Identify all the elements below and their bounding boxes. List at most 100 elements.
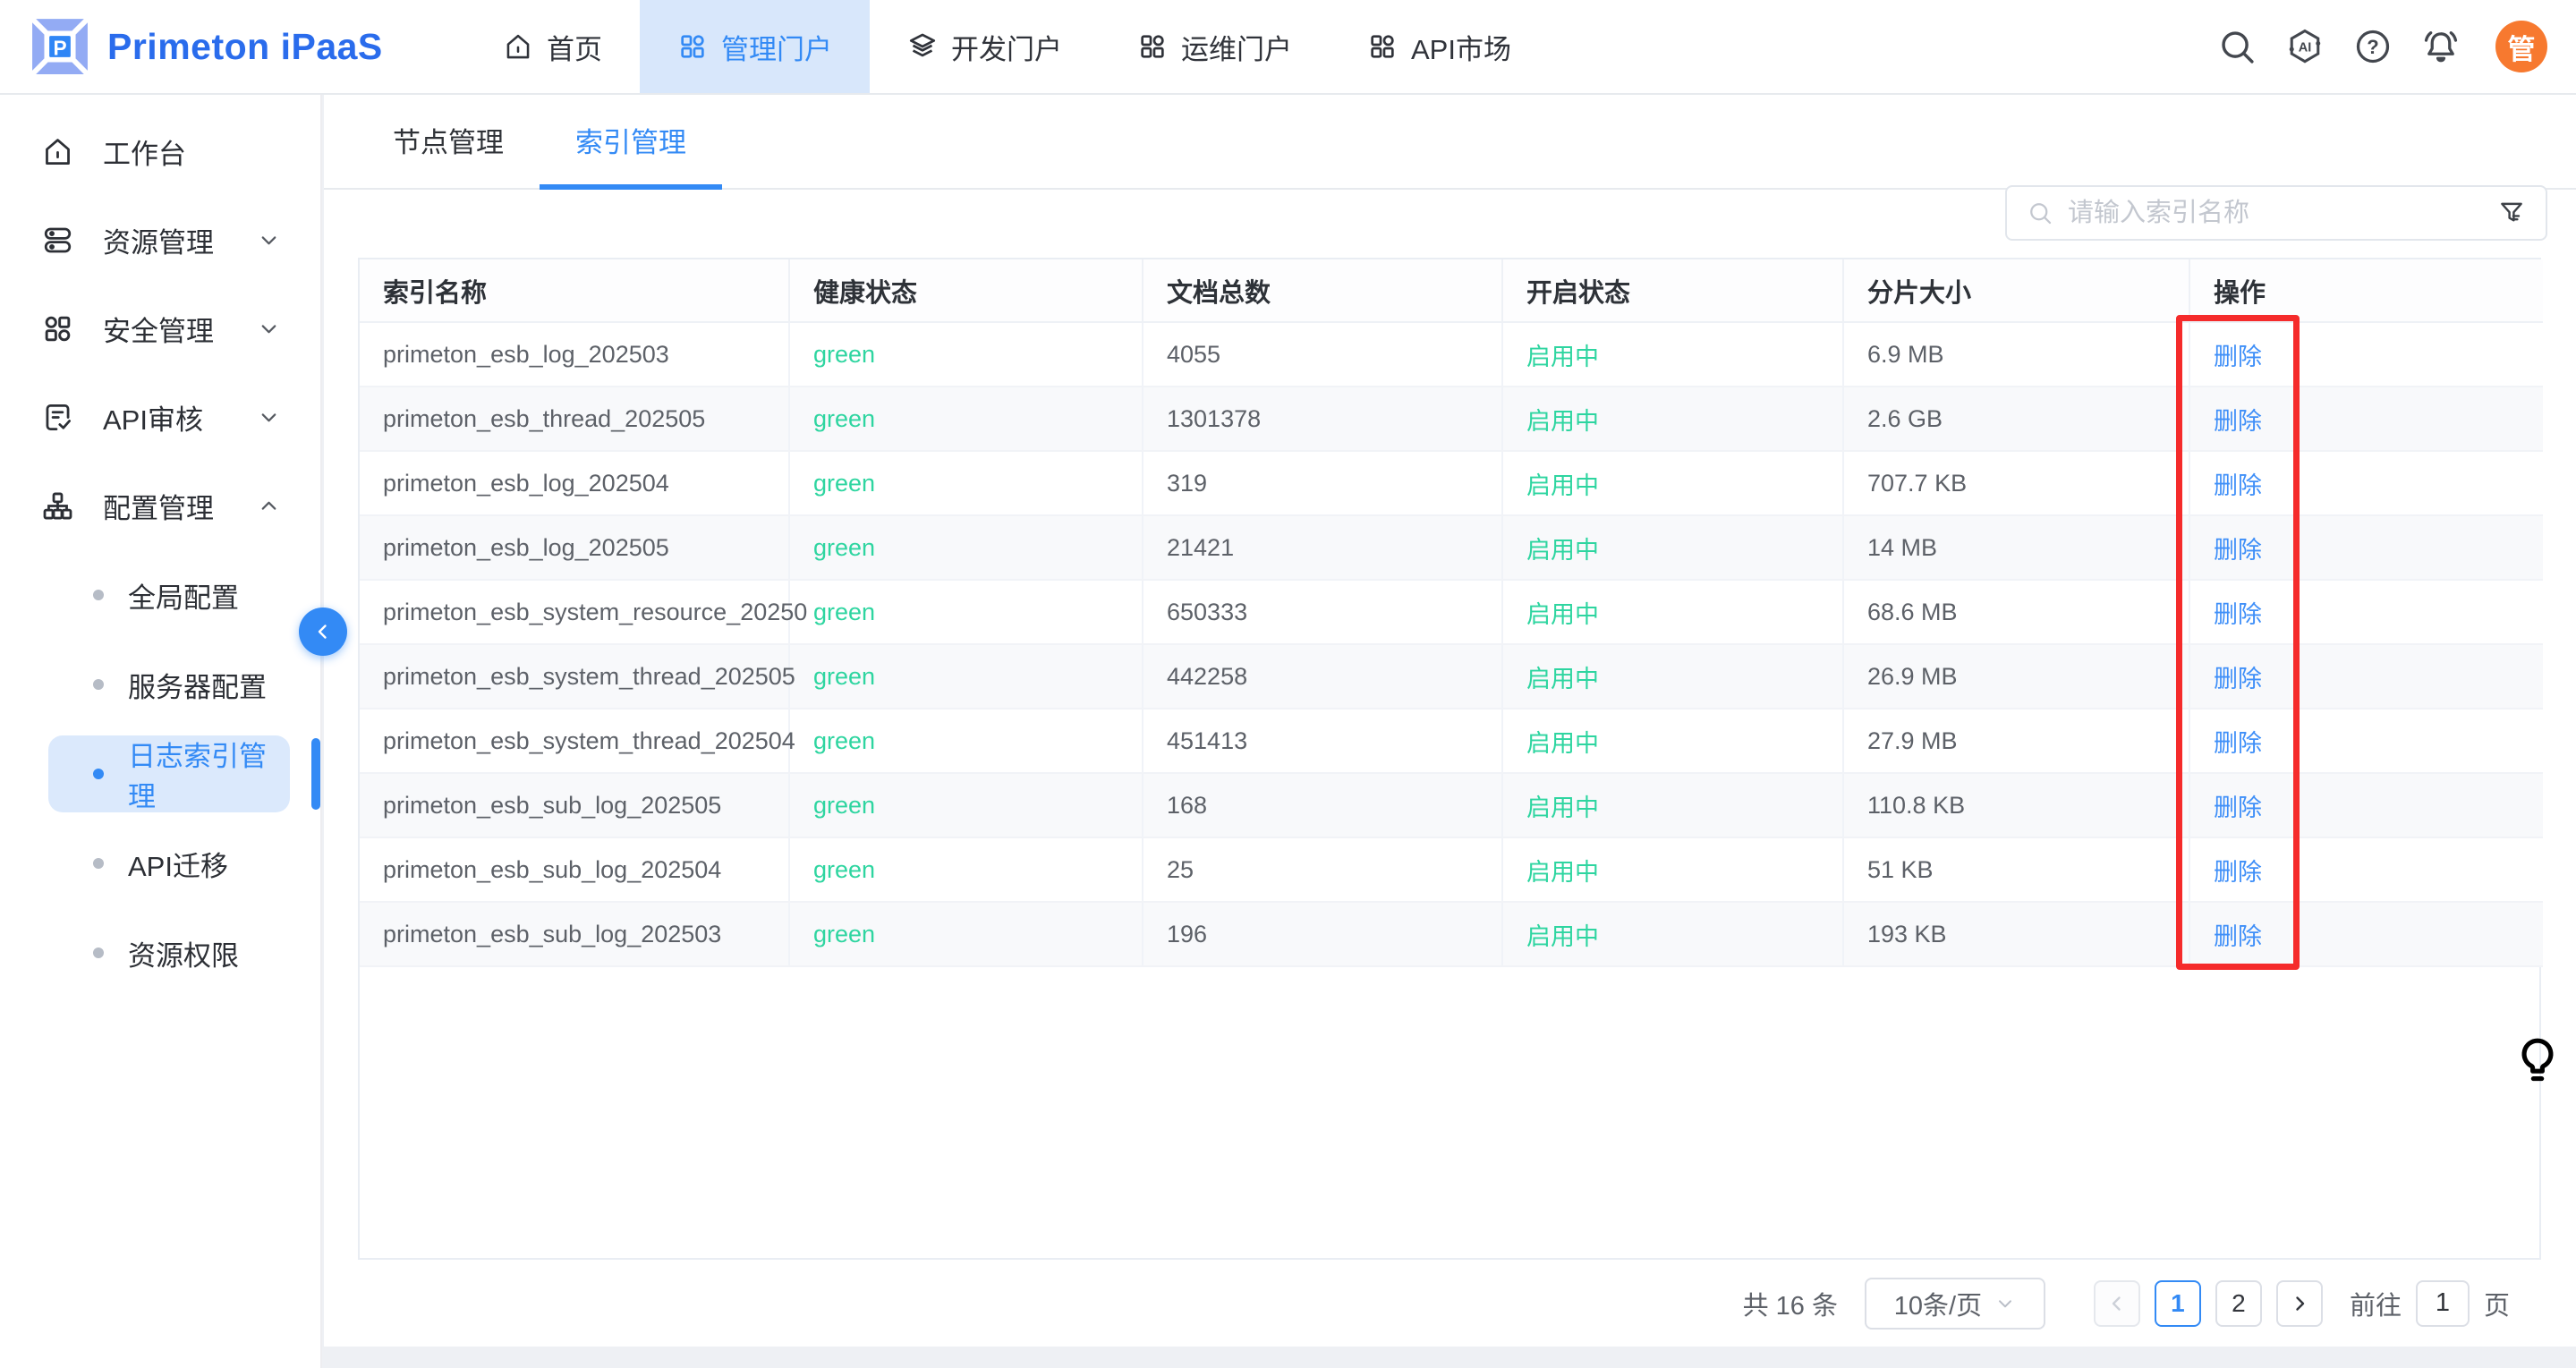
- cell-index-name: primeton_esb_system_thread_202504: [360, 709, 789, 773]
- table-row: primeton_esb_sub_log_202505green168启用中11…: [360, 773, 2543, 837]
- cell-shard-size: 26.9 MB: [1843, 644, 2189, 709]
- goto-label: 前往: [2350, 1285, 2402, 1322]
- svg-text:?: ?: [2367, 36, 2378, 58]
- sidebar-item-4[interactable]: 配置管理: [0, 462, 320, 550]
- cell-shard-size: 68.6 MB: [1843, 580, 2189, 644]
- ai-assistant-icon[interactable]: AI: [2284, 26, 2325, 67]
- nav-item-label: API市场: [1411, 27, 1511, 67]
- sidebar-subitem-label: 资源权限: [128, 933, 239, 973]
- bullet-icon: [93, 769, 104, 779]
- doc-check-icon: [41, 401, 74, 434]
- lightbulb-icon[interactable]: [2512, 1032, 2563, 1090]
- brand: P Primeton iPaaS: [0, 17, 465, 76]
- chevron-down-icon: [257, 317, 281, 341]
- user-avatar[interactable]: 管: [2495, 21, 2547, 72]
- cell-action: 删除: [2189, 387, 2543, 451]
- cell-shard-size: 707.7 KB: [1843, 451, 2189, 515]
- cell-shard-size: 27.9 MB: [1843, 709, 2189, 773]
- chevron-right-icon: [2289, 1293, 2310, 1314]
- nav-item-4[interactable]: API市场: [1330, 0, 1549, 93]
- page-button-2[interactable]: 2: [2215, 1280, 2262, 1327]
- cell-health: green: [789, 580, 1143, 644]
- delete-link[interactable]: 删除: [2214, 859, 2262, 886]
- delete-link[interactable]: 删除: [2214, 408, 2262, 435]
- sidebar-subitem-4-1[interactable]: 服务器配置: [0, 640, 320, 729]
- cell-index-name: primeton_esb_system_resource_20250: [360, 580, 789, 644]
- cell-health: green: [789, 451, 1143, 515]
- nav-item-1[interactable]: 管理门户: [640, 0, 870, 93]
- sidebar-item-1[interactable]: 资源管理: [0, 196, 320, 285]
- cell-action: 删除: [2189, 773, 2543, 837]
- cell-index-name: primeton_esb_system_thread_202505: [360, 644, 789, 709]
- chevron-down-icon: [1994, 1293, 2016, 1314]
- search-icon[interactable]: [2216, 26, 2257, 67]
- delete-link[interactable]: 删除: [2214, 923, 2262, 950]
- cell-status: 启用中: [1502, 515, 1843, 580]
- sidebar-subitem-label: 全局配置: [128, 575, 239, 616]
- cell-action: 删除: [2189, 837, 2543, 902]
- sidebar-item-2[interactable]: 安全管理: [0, 285, 320, 373]
- sidebar-item-3[interactable]: API审核: [0, 373, 320, 462]
- nav-item-label: 开发门户: [951, 27, 1062, 67]
- cell-health: green: [789, 837, 1143, 902]
- delete-link[interactable]: 删除: [2214, 794, 2262, 821]
- cell-action: 删除: [2189, 515, 2543, 580]
- nav-item-3[interactable]: 运维门户: [1100, 0, 1330, 93]
- index-search-input[interactable]: [2068, 199, 2483, 228]
- cell-doc-count: 4055: [1143, 322, 1502, 387]
- cell-status: 启用中: [1502, 837, 1843, 902]
- cell-index-name: primeton_esb_sub_log_202504: [360, 837, 789, 902]
- sidebar-item-0[interactable]: 工作台: [0, 107, 320, 196]
- notification-bell-icon[interactable]: [2420, 26, 2461, 67]
- cell-shard-size: 14 MB: [1843, 515, 2189, 580]
- table-row: primeton_esb_system_thread_202505green44…: [360, 644, 2543, 709]
- cell-index-name: primeton_esb_log_202504: [360, 451, 789, 515]
- column-header: 操作: [2189, 259, 2543, 322]
- page-button-1[interactable]: 1: [2155, 1280, 2201, 1327]
- delete-link[interactable]: 删除: [2214, 344, 2262, 370]
- sidebar-subitem-label: 日志索引管理: [128, 734, 290, 814]
- index-table-card: 索引名称健康状态文档总数开启状态分片大小操作 primeton_esb_log_…: [358, 258, 2541, 1260]
- sidebar-item-label: 配置管理: [103, 486, 214, 526]
- cell-doc-count: 25: [1143, 837, 1502, 902]
- sidebar-subitem-4-0[interactable]: 全局配置: [0, 550, 320, 640]
- cell-action: 删除: [2189, 902, 2543, 966]
- tab-bar: 节点管理索引管理: [324, 95, 2576, 190]
- page-size-select[interactable]: 10条/页: [1865, 1278, 2045, 1330]
- help-icon[interactable]: ?: [2352, 26, 2393, 67]
- column-header: 健康状态: [789, 259, 1143, 322]
- cell-health: green: [789, 644, 1143, 709]
- sidebar: 工作台资源管理安全管理API审核配置管理全局配置服务器配置日志索引管理API迁移…: [0, 95, 322, 1368]
- cell-status: 启用中: [1502, 580, 1843, 644]
- cell-status: 启用中: [1502, 709, 1843, 773]
- delete-link[interactable]: 删除: [2214, 537, 2262, 564]
- delete-link[interactable]: 删除: [2214, 601, 2262, 628]
- sidebar-collapse-button[interactable]: [299, 608, 347, 656]
- home-icon: [41, 135, 74, 168]
- column-header: 索引名称: [360, 259, 789, 322]
- next-page-button[interactable]: [2276, 1280, 2323, 1327]
- filter-funnel-icon[interactable]: [2497, 199, 2526, 227]
- cell-action: 删除: [2189, 580, 2543, 644]
- cell-doc-count: 21421: [1143, 515, 1502, 580]
- tab-0[interactable]: 节点管理: [357, 95, 540, 190]
- goto-page-input[interactable]: 1: [2416, 1280, 2470, 1327]
- table-row: primeton_esb_system_thread_202504green45…: [360, 709, 2543, 773]
- top-nav: 首页管理门户 开发门户运维门户 API市场: [465, 0, 1549, 93]
- nav-item-2[interactable]: 开发门户: [870, 0, 1100, 93]
- delete-link[interactable]: 删除: [2214, 730, 2262, 757]
- cell-shard-size: 2.6 GB: [1843, 387, 2189, 451]
- chevron-down-icon: [257, 228, 281, 252]
- column-header: 分片大小: [1843, 259, 2189, 322]
- sitemap-icon: [41, 489, 74, 523]
- sidebar-subitem-4-3[interactable]: API迁移: [0, 819, 320, 908]
- sidebar-subitem-4-4[interactable]: 资源权限: [0, 908, 320, 998]
- delete-link[interactable]: 删除: [2214, 472, 2262, 499]
- delete-link[interactable]: 删除: [2214, 666, 2262, 692]
- nav-item-0[interactable]: 首页: [465, 0, 640, 93]
- nav-item-label: 首页: [547, 27, 602, 67]
- prev-page-button[interactable]: [2094, 1280, 2140, 1327]
- sidebar-subitem-4-2[interactable]: 日志索引管理: [0, 729, 320, 819]
- cell-status: 启用中: [1502, 387, 1843, 451]
- tab-1[interactable]: 索引管理: [540, 95, 722, 190]
